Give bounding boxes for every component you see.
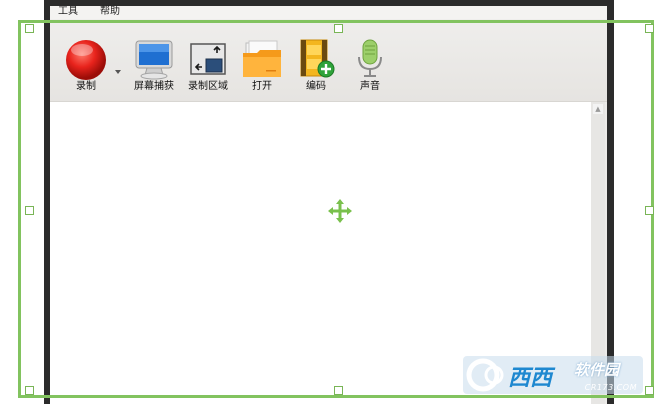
resize-handle-top-left[interactable] — [25, 24, 34, 33]
site-watermark: 西西 软件园 CR173.COM — [463, 356, 643, 394]
move-icon[interactable] — [327, 198, 353, 224]
resize-handle-bottom-left[interactable] — [25, 386, 34, 395]
watermark-url: CR173.COM — [584, 383, 637, 392]
resize-handle-right[interactable] — [645, 206, 654, 215]
menu-help[interactable]: 帮助 — [100, 6, 120, 17]
resize-handle-bottom[interactable] — [334, 386, 343, 395]
resize-handle-left[interactable] — [25, 206, 34, 215]
watermark-logo-text: 西西 — [508, 366, 553, 391]
resize-handle-bottom-right[interactable] — [645, 386, 654, 395]
resize-handle-top[interactable] — [334, 24, 343, 33]
resize-handle-top-right[interactable] — [645, 24, 654, 33]
menu-tools[interactable]: 工具 — [58, 6, 78, 17]
watermark-side-text: 软件园 — [574, 361, 620, 379]
menu-bar: 工具 帮助 — [50, 6, 607, 19]
